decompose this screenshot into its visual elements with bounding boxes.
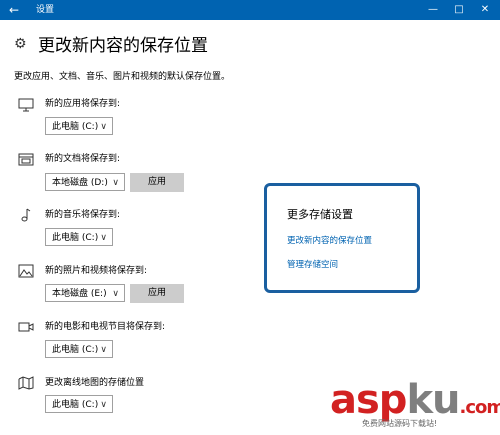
- monitor-icon: [18, 98, 34, 112]
- documents-save-label: 新的文档将保存到:: [45, 154, 121, 164]
- documents-drive-select[interactable]: 本地磁盘 (D:) ∨: [45, 173, 125, 191]
- manage-storage-link[interactable]: 管理存储空间: [287, 259, 338, 271]
- music-drive-select[interactable]: 此电脑 (C:) ∨: [45, 228, 113, 246]
- documents-drive-value: 本地磁盘 (D:): [52, 178, 108, 188]
- apps-drive-value: 此电脑 (C:): [52, 122, 99, 132]
- watermark-subtitle: 免费网站源码下载站!: [362, 419, 438, 428]
- chevron-down-icon: ∨: [112, 289, 119, 299]
- chevron-down-icon: ∨: [100, 122, 107, 132]
- movies-save-label: 新的电影和电视节目将保存到:: [45, 322, 166, 332]
- chevron-down-icon: ∨: [100, 400, 107, 410]
- minimize-button[interactable]: —: [420, 0, 446, 20]
- watermark-logo: aspku.com 免费网站源码下载站!: [330, 378, 500, 435]
- apps-drive-select[interactable]: 此电脑 (C:) ∨: [45, 117, 113, 135]
- apps-save-label: 新的应用将保存到:: [45, 99, 121, 109]
- page-title: 更改新内容的保存位置: [38, 36, 208, 56]
- movies-drive-value: 此电脑 (C:): [52, 345, 99, 355]
- map-icon: [18, 376, 34, 390]
- more-storage-title: 更多存储设置: [287, 208, 353, 221]
- page-description: 更改应用、文档、音乐、图片和视频的默认保存位置。: [14, 72, 231, 82]
- photos-save-label: 新的照片和视频将保存到:: [45, 266, 148, 276]
- photos-drive-value: 本地磁盘 (E:): [52, 289, 107, 299]
- documents-apply-button[interactable]: 应用: [130, 173, 184, 192]
- video-camera-icon: [18, 322, 34, 332]
- gear-icon: ⚙: [14, 36, 27, 52]
- maps-drive-select[interactable]: 此电脑 (C:) ∨: [45, 395, 113, 413]
- photos-apply-button[interactable]: 应用: [130, 284, 184, 303]
- window-title: 设置: [36, 5, 55, 15]
- photos-drive-select[interactable]: 本地磁盘 (E:) ∨: [45, 284, 125, 302]
- maps-save-label: 更改离线地图的存储位置: [45, 378, 145, 388]
- image-icon: [18, 264, 34, 278]
- chevron-down-icon: ∨: [100, 233, 107, 243]
- folder-icon: [18, 153, 34, 166]
- chevron-down-icon: ∨: [100, 345, 107, 355]
- change-save-location-link[interactable]: 更改新内容的保存位置: [287, 235, 372, 247]
- music-drive-value: 此电脑 (C:): [52, 233, 99, 243]
- close-button[interactable]: ✕: [472, 0, 498, 20]
- music-note-icon: [21, 208, 31, 222]
- maps-drive-value: 此电脑 (C:): [52, 400, 99, 410]
- more-storage-panel: 更多存储设置 更改新内容的保存位置 管理存储空间: [264, 183, 420, 293]
- title-bar: ← 设置 — □ ✕: [0, 0, 500, 20]
- movies-drive-select[interactable]: 此电脑 (C:) ∨: [45, 340, 113, 358]
- chevron-down-icon: ∨: [112, 178, 119, 188]
- maximize-button[interactable]: □: [446, 0, 472, 20]
- music-save-label: 新的音乐将保存到:: [45, 210, 121, 220]
- back-arrow-icon[interactable]: ←: [6, 2, 22, 18]
